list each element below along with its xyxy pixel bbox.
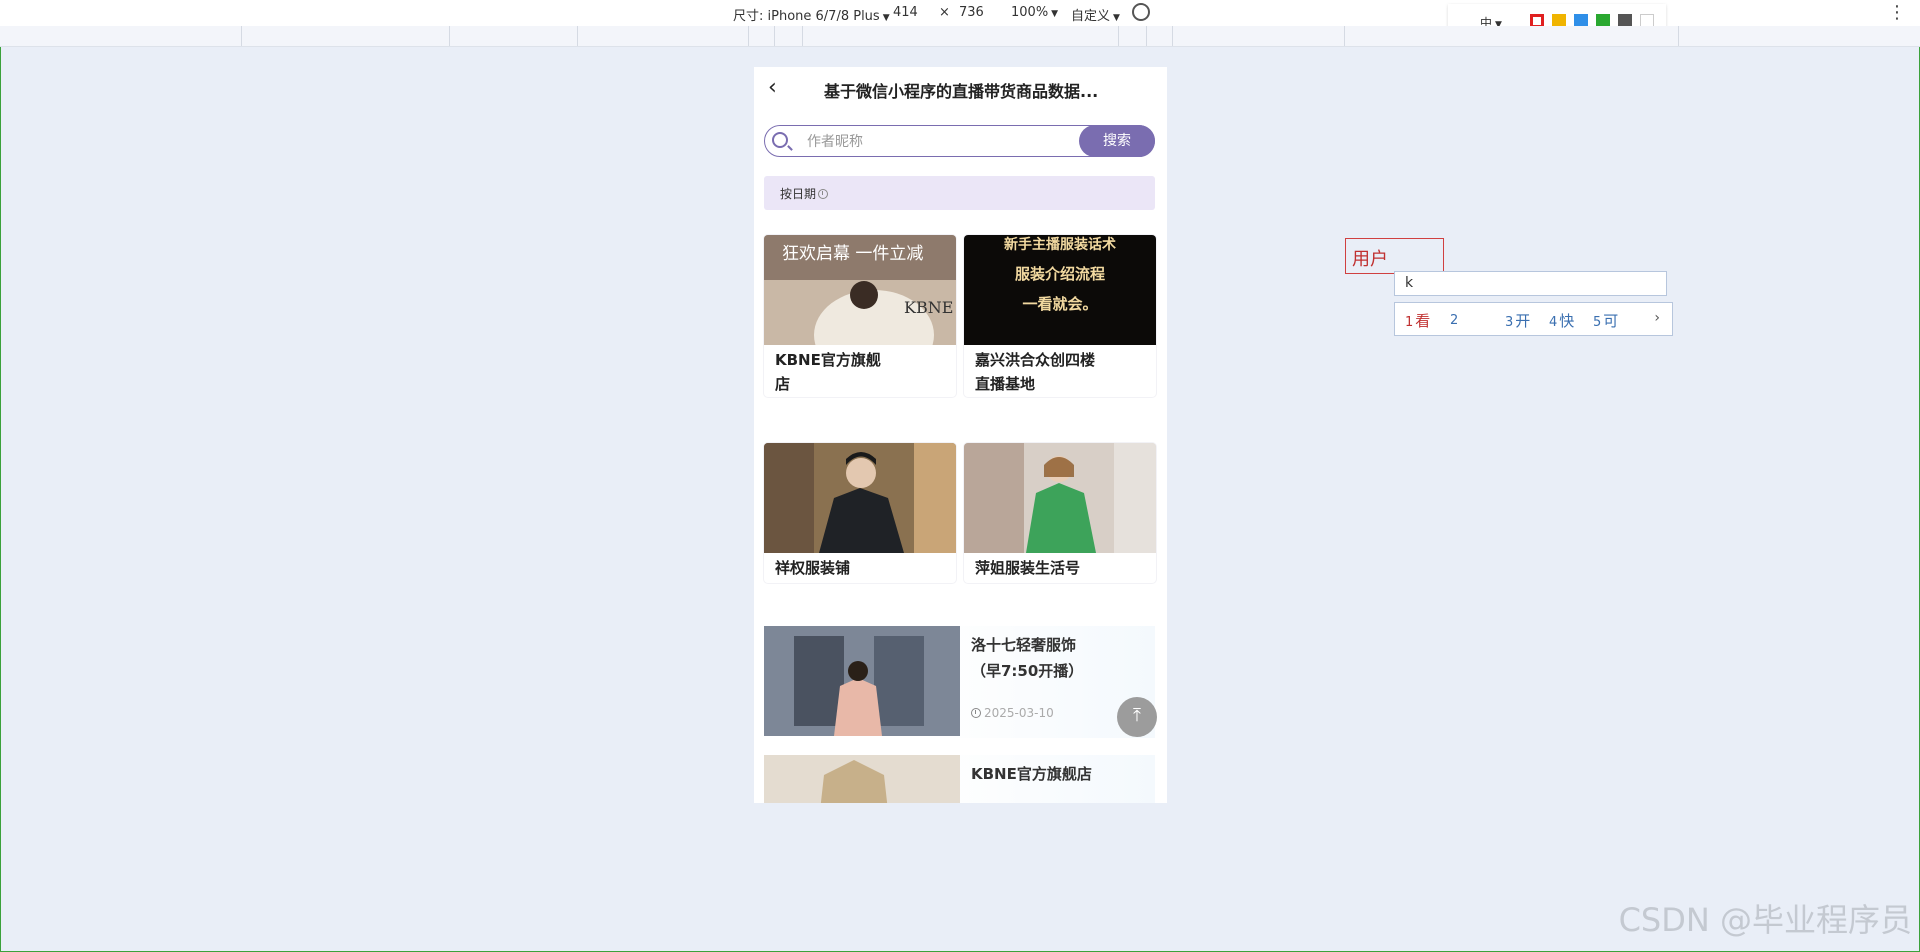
ime-candidate[interactable]: 1看 [1405, 310, 1430, 331]
ime-candidate[interactable]: 5可 [1593, 310, 1618, 331]
list-item[interactable]: KBNE官方旗舰店 [764, 755, 1155, 803]
product-card[interactable]: 萍姐服装生活号 2025-03-10 [964, 443, 1156, 583]
product-thumbnail: 新手主播服装话术 服装介绍流程 一看就会。 [964, 235, 1156, 345]
back-to-top-button[interactable]: ⤒ [1117, 697, 1157, 737]
product-card[interactable]: 新手主播服装话术 服装介绍流程 一看就会。 嘉兴洪合众创四楼直播基地 2025-… [964, 235, 1156, 397]
search-icon [772, 132, 788, 148]
product-thumbnail [764, 443, 956, 553]
product-thumbnail: KBNE 狂欢启幕 一件立减 [764, 235, 956, 345]
caret-down-icon: ▼ [1051, 9, 1059, 19]
svg-text:一看就会。: 一看就会。 [1022, 295, 1097, 313]
date-filter[interactable]: 按日期 [764, 176, 1155, 210]
ruler [0, 26, 1920, 47]
search-input[interactable] [805, 127, 1069, 157]
caret-down-icon: ▼ [1113, 13, 1120, 23]
filter-label: 按日期 [780, 187, 817, 201]
ime-candidate[interactable]: 2 [1450, 310, 1460, 328]
watermark: CSDN @毕业程序员 [1618, 901, 1912, 939]
product-name: KBNE官方旗舰店 [971, 765, 1092, 783]
caret-down-icon: ▼ [882, 13, 890, 23]
product-name: 洛十七轻奢服饰（早7:50开播） [971, 636, 1084, 680]
product-thumbnail [764, 755, 960, 803]
svg-text:新手主播服装话术: 新手主播服装话术 [1004, 236, 1116, 253]
ime-composition: 用户 [1345, 238, 1444, 274]
navbar: ‹ 基于微信小程序的直播带货商品数据... [754, 67, 1167, 109]
phone-screen: ‹ 基于微信小程序的直播带货商品数据... 搜索 按日期 KBNE 狂欢启幕 一… [754, 67, 1167, 803]
product-name: KBNE官方旗舰店 [775, 351, 881, 393]
clock-icon [971, 708, 981, 718]
search-bar: 搜索 [764, 125, 1155, 157]
width-input[interactable]: 414 [893, 5, 918, 20]
zoom-select[interactable]: 100% ▼ [1011, 5, 1058, 20]
search-button[interactable]: 搜索 [1079, 125, 1155, 157]
times-label: × [939, 5, 950, 20]
chevron-right-icon[interactable]: › [1654, 310, 1660, 326]
back-icon[interactable]: ‹ [768, 77, 777, 99]
page-title: 基于微信小程序的直播带货商品数据... [824, 82, 1099, 101]
svg-text:狂欢启幕 一件立减: 狂欢启幕 一件立减 [782, 244, 923, 264]
ime-candidate[interactable]: 3开 [1505, 310, 1530, 331]
list-item[interactable]: 洛十七轻奢服饰（早7:50开播） 2025-03-10 [764, 626, 1155, 738]
svg-text:KBNE: KBNE [904, 298, 953, 317]
product-thumbnail [964, 443, 1156, 553]
product-date: 2025-03-10 [984, 706, 1054, 720]
custom-select[interactable]: 自定义 ▼ [1071, 5, 1120, 24]
ime-candidate-bar: 1看 2 3开 4快 5可 › [1394, 302, 1673, 336]
ime-typed-text: k [1394, 271, 1667, 296]
device-select[interactable]: 尺寸: iPhone 6/7/8 Plus ▼ [733, 5, 890, 24]
product-name: 嘉兴洪合众创四楼直播基地 [975, 351, 1096, 393]
arrow-up-icon: ⤒ [1133, 705, 1141, 726]
more-menu-icon[interactable]: ⋮ [1888, 2, 1906, 23]
product-card[interactable]: KBNE 狂欢启幕 一件立减 KBNE官方旗舰店 2025-03-10 [764, 235, 956, 397]
product-name: 祥权服装铺 [775, 559, 851, 577]
product-thumbnail [764, 626, 960, 736]
clock-icon [818, 189, 829, 199]
ime-candidate[interactable]: 4快 [1549, 310, 1574, 331]
rotate-icon[interactable] [1132, 3, 1150, 21]
height-input[interactable]: 736 [959, 5, 984, 20]
product-name: 萍姐服装生活号 [975, 559, 1081, 577]
svg-text:服装介绍流程: 服装介绍流程 [1015, 265, 1105, 283]
product-card[interactable]: 祥权服装铺 2025-03-10 [764, 443, 956, 583]
